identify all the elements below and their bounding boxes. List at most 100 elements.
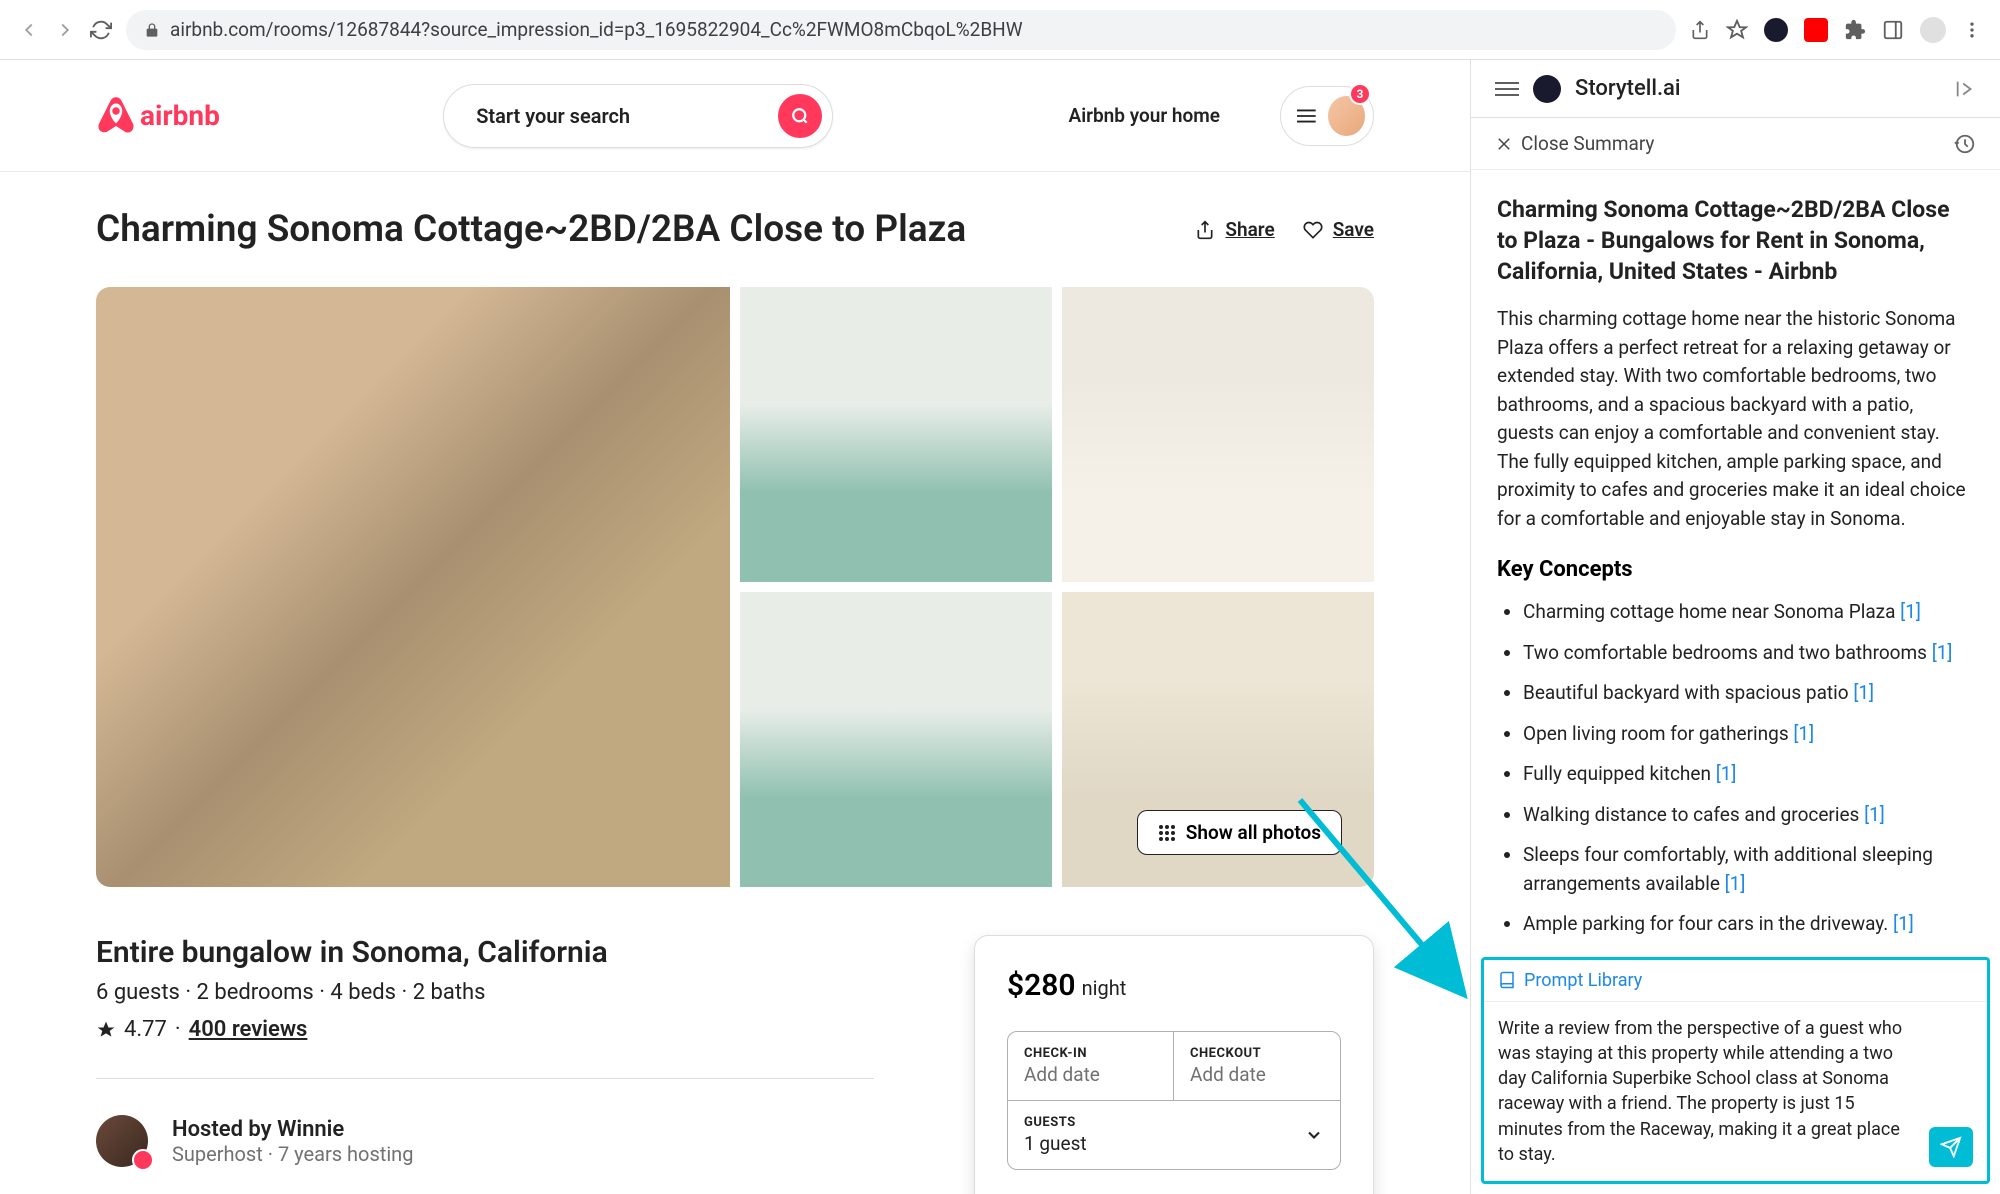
extensions-icon[interactable] xyxy=(1844,19,1866,41)
share-icon[interactable] xyxy=(1690,20,1710,40)
gallery-image[interactable] xyxy=(740,287,1052,582)
lock-icon xyxy=(144,22,160,38)
back-icon[interactable] xyxy=(18,19,40,41)
prompt-textarea[interactable]: Write a review from the perspective of a… xyxy=(1498,1016,1919,1167)
reviews-link[interactable]: 400 reviews xyxy=(189,1017,308,1042)
rating-row: 4.77 · 400 reviews xyxy=(96,1017,874,1042)
concept-item: Ample parking for four cars in the drive… xyxy=(1523,910,1974,939)
close-summary-button[interactable]: Close Summary xyxy=(1495,132,1654,155)
reference-link[interactable]: [1] xyxy=(1793,722,1814,745)
share-button[interactable]: Share xyxy=(1195,218,1274,241)
concept-item: Walking distance to cafes and groceries … xyxy=(1523,801,1974,830)
host-section: Hosted by Winnie Superhost · 7 years hos… xyxy=(96,1115,874,1167)
sidebar-subheader: Close Summary xyxy=(1471,118,2000,170)
search-placeholder: Start your search xyxy=(476,104,778,128)
url-text: airbnb.com/rooms/12687844?source_impress… xyxy=(170,18,1658,41)
concepts-list: Charming cottage home near Sonoma Plaza … xyxy=(1497,598,1974,939)
storytell-logo-icon xyxy=(1533,75,1561,103)
concept-item: Sleeps four comfortably, with additional… xyxy=(1523,841,1974,898)
booking-dates: CHECK-IN Add date CHECKOUT Add date GUES… xyxy=(1007,1031,1341,1170)
gallery-image[interactable] xyxy=(740,592,1052,887)
browser-actions xyxy=(1690,17,1982,43)
reference-link[interactable]: [1] xyxy=(1853,681,1874,704)
host-name: Hosted by Winnie xyxy=(172,1117,413,1142)
guests-field[interactable]: GUESTS 1 guest xyxy=(1008,1100,1340,1169)
listing-subtitle: Entire bungalow in Sonoma, California xyxy=(96,935,874,970)
concept-item: Charming cottage home near Sonoma Plaza … xyxy=(1523,598,1974,627)
storytell-sidebar: Storytell.ai Close Summary Charming Sono… xyxy=(1470,60,2000,1194)
book-icon xyxy=(1498,971,1516,989)
sidebar-header: Storytell.ai xyxy=(1471,60,2000,118)
summary-text: This charming cottage home near the hist… xyxy=(1497,305,1974,533)
reload-icon[interactable] xyxy=(90,19,112,41)
prompt-box: Prompt Library Write a review from the p… xyxy=(1481,957,1990,1184)
reference-link[interactable]: [1] xyxy=(1893,912,1914,935)
reference-link[interactable]: [1] xyxy=(1932,641,1953,664)
gallery-image[interactable]: Show all photos xyxy=(1062,592,1374,887)
divider xyxy=(96,1078,874,1079)
summary-title: Charming Sonoma Cottage~2BD/2BA Close to… xyxy=(1497,194,1974,287)
pop-out-icon[interactable] xyxy=(1954,78,1976,100)
listing-title: Charming Sonoma Cottage~2BD/2BA Close to… xyxy=(96,208,966,251)
concept-item: Beautiful backyard with spacious patio [… xyxy=(1523,679,1974,708)
airbnb-header: airbnb Start your search Airbnb your hom… xyxy=(0,60,1470,172)
reference-link[interactable]: [1] xyxy=(1900,600,1921,623)
rating-value: 4.77 xyxy=(124,1017,167,1042)
gallery-main-image[interactable] xyxy=(96,287,730,887)
prompt-library-button[interactable]: Prompt Library xyxy=(1484,960,1987,1002)
save-button[interactable]: Save xyxy=(1303,218,1374,241)
host-avatar[interactable] xyxy=(96,1115,148,1167)
header-right: Airbnb your home 3 xyxy=(1057,86,1374,146)
reference-link[interactable]: [1] xyxy=(1725,872,1746,895)
price: $280 xyxy=(1007,968,1076,1003)
share-icon xyxy=(1195,220,1215,240)
send-icon xyxy=(1940,1136,1962,1158)
globe-icon[interactable] xyxy=(1244,104,1268,128)
checkout-field[interactable]: CHECKOUT Add date xyxy=(1174,1032,1340,1100)
airbnb-page: airbnb Start your search Airbnb your hom… xyxy=(0,60,1470,1194)
search-button[interactable] xyxy=(778,94,822,138)
reference-link[interactable]: [1] xyxy=(1716,762,1737,785)
chevron-down-icon xyxy=(1304,1125,1324,1145)
sidebar-content: Charming Sonoma Cottage~2BD/2BA Close to… xyxy=(1471,170,2000,957)
user-menu[interactable]: 3 xyxy=(1280,86,1374,146)
notification-badge: 3 xyxy=(1349,83,1371,105)
price-unit: night xyxy=(1082,976,1127,1000)
hamburger-icon xyxy=(1297,108,1316,124)
concepts-heading: Key Concepts xyxy=(1497,557,1974,582)
concept-item: Fully equipped kitchen [1] xyxy=(1523,760,1974,789)
search-icon xyxy=(791,107,809,125)
gallery-image[interactable] xyxy=(1062,287,1374,582)
listing-specs: 6 guests · 2 bedrooms · 4 beds · 2 baths xyxy=(96,980,874,1005)
star-icon[interactable] xyxy=(1726,19,1748,41)
browser-toolbar: airbnb.com/rooms/12687844?source_impress… xyxy=(0,0,2000,60)
airbnb-logo[interactable]: airbnb xyxy=(96,96,220,136)
history-icon[interactable] xyxy=(1954,133,1976,155)
sidebar-hamburger-icon[interactable] xyxy=(1495,81,1519,97)
sidebar-brand: Storytell.ai xyxy=(1575,76,1681,101)
menu-dots-icon[interactable] xyxy=(1962,20,1982,40)
url-bar[interactable]: airbnb.com/rooms/12687844?source_impress… xyxy=(126,10,1676,50)
concept-item: Open living room for gatherings [1] xyxy=(1523,720,1974,749)
star-icon xyxy=(96,1020,116,1040)
youtube-extension-icon[interactable] xyxy=(1804,18,1828,42)
host-link[interactable]: Airbnb your home xyxy=(1057,92,1232,139)
booking-card: $280 night CHECK-IN Add date CHECKOUT Ad… xyxy=(974,935,1374,1194)
host-meta: Superhost · 7 years hosting xyxy=(172,1142,413,1166)
profile-avatar[interactable] xyxy=(1920,17,1946,43)
heart-icon xyxy=(1303,220,1323,240)
checkin-field[interactable]: CHECK-IN Add date xyxy=(1008,1032,1174,1100)
concept-item: Two comfortable bedrooms and two bathroo… xyxy=(1523,639,1974,668)
grid-icon xyxy=(1158,824,1176,842)
show-all-photos-button[interactable]: Show all photos xyxy=(1137,810,1342,855)
photo-gallery: Show all photos xyxy=(96,287,1374,887)
send-button[interactable] xyxy=(1929,1127,1973,1167)
forward-icon[interactable] xyxy=(54,19,76,41)
search-bar[interactable]: Start your search xyxy=(443,84,833,148)
superhost-badge-icon xyxy=(132,1149,154,1171)
panel-icon[interactable] xyxy=(1882,19,1904,41)
airbnb-logo-icon xyxy=(96,96,136,136)
extension-icon[interactable] xyxy=(1764,18,1788,42)
close-icon xyxy=(1495,135,1513,153)
reference-link[interactable]: [1] xyxy=(1864,803,1885,826)
